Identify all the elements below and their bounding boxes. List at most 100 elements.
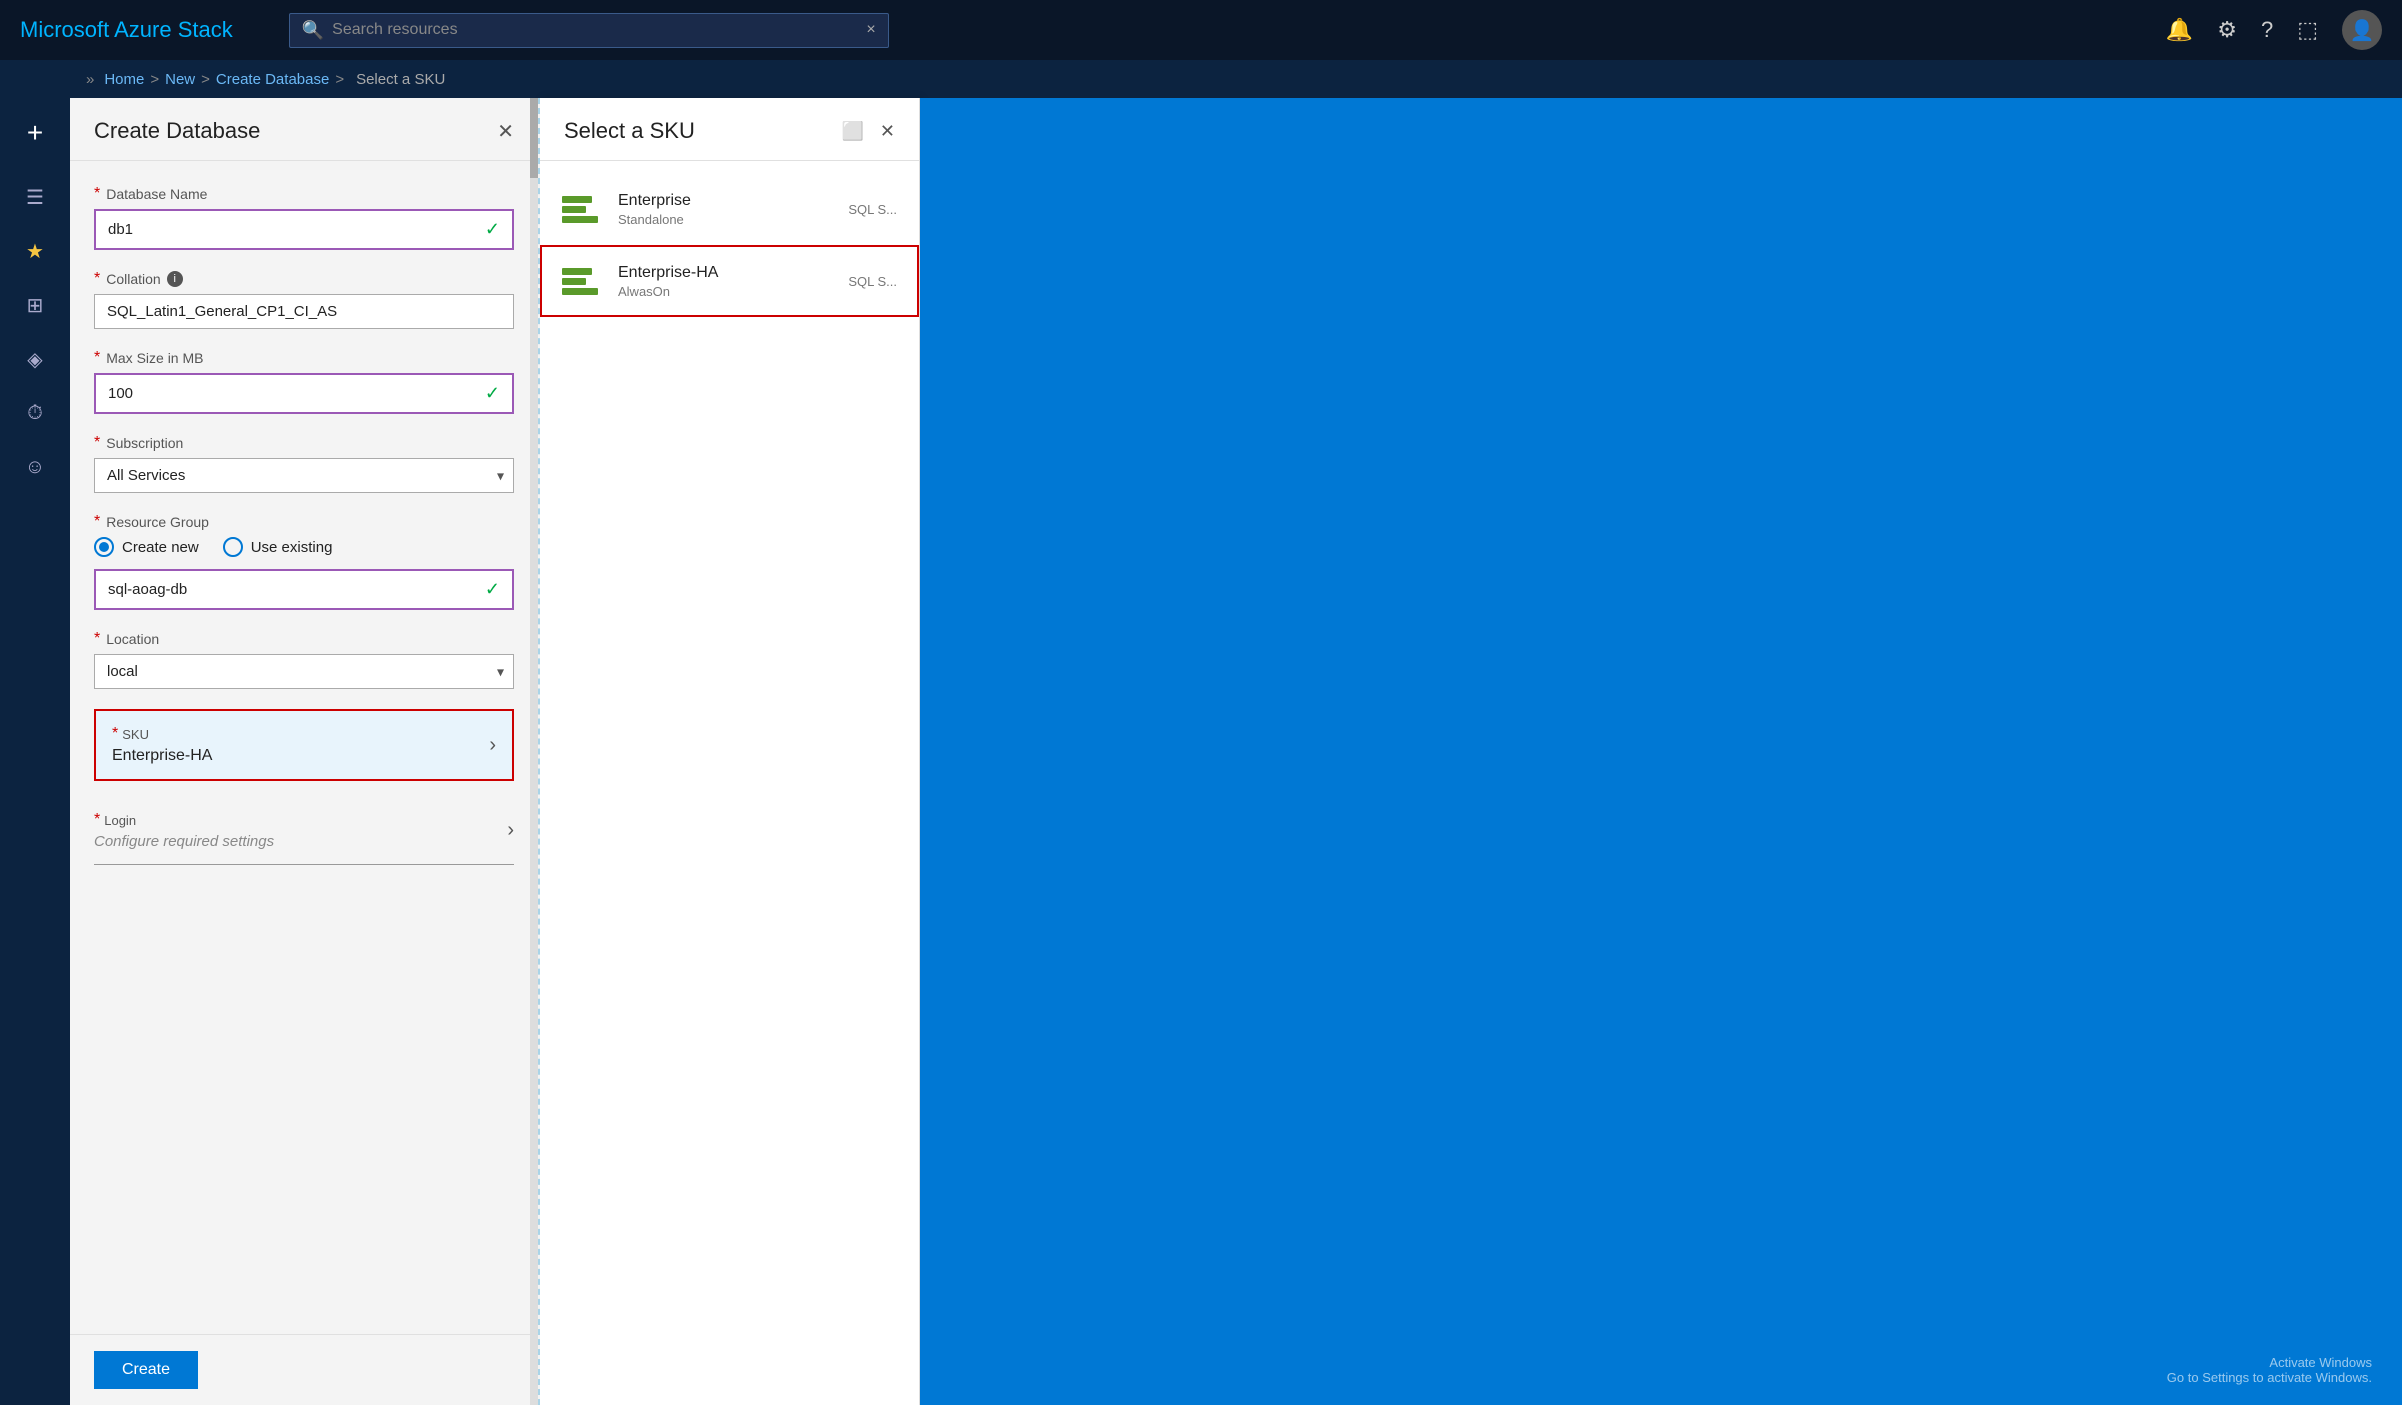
location-select[interactable]: local	[94, 654, 514, 689]
scroll-thumb[interactable]	[530, 98, 538, 178]
smiley-icon: ☺	[25, 456, 45, 479]
max-size-input-wrapper[interactable]: ✓	[94, 373, 514, 414]
sku-minimize-button[interactable]: ⬜	[841, 121, 863, 142]
sidebar-item-resources[interactable]: ◈	[10, 334, 60, 384]
create-panel-title: Create Database	[94, 118, 260, 144]
search-bar[interactable]: 🔍 ×	[289, 13, 889, 48]
select-sku-panel: Select a SKU ⬜ ✕ Enterprise Stan	[540, 98, 920, 1405]
breadcrumb-sep1: >	[150, 71, 159, 88]
radio-use-existing-circle	[223, 537, 243, 557]
plus-icon: +	[27, 117, 43, 149]
menu-icon: ☰	[26, 185, 44, 210]
sku-field[interactable]: * SKU Enterprise-HA ›	[94, 709, 514, 781]
breadcrumb-create-database[interactable]: Create Database	[216, 71, 329, 88]
max-size-field: * Max Size in MB ✓	[94, 349, 514, 414]
sku-item-enterprise-ha[interactable]: Enterprise-HA AlwasOn SQL S...	[540, 245, 919, 317]
required-star-loc: *	[94, 630, 100, 648]
sku-panel-icons: ⬜ ✕	[841, 121, 895, 142]
create-panel-close-button[interactable]: ✕	[497, 119, 514, 144]
sidebar: + ☰ ★ ⊞ ◈ ⏱ ☺	[0, 98, 70, 1405]
sidebar-item-dashboard[interactable]: ⊞	[10, 280, 60, 330]
sidebar-item-menu[interactable]: ☰	[10, 172, 60, 222]
sku-panel-title: Select a SKU	[564, 118, 695, 144]
sku-item-enterprise[interactable]: Enterprise Standalone SQL S...	[540, 173, 919, 245]
collation-label: * Collation i	[94, 270, 514, 288]
login-label: * Login	[94, 811, 507, 829]
sku-bar-ha-3	[562, 288, 598, 295]
sku-panel-body: Enterprise Standalone SQL S... Enterpris…	[540, 161, 919, 1405]
login-field-content: * Login Configure required settings	[94, 811, 507, 850]
search-clear-icon[interactable]: ×	[866, 21, 875, 39]
sku-enterprise-ha-extra: SQL S...	[848, 274, 897, 289]
breadcrumb-sep2: >	[201, 71, 210, 88]
database-name-input[interactable]	[108, 221, 485, 238]
star-icon: ★	[26, 239, 44, 264]
avatar[interactable]: 👤	[2342, 10, 2382, 50]
app-title: Microsoft Azure Stack	[20, 17, 233, 43]
main-layout: + ☰ ★ ⊞ ◈ ⏱ ☺ Create Database ✕	[0, 98, 2402, 1405]
login-placeholder: Configure required settings	[94, 833, 507, 850]
sku-panel-header: Select a SKU ⬜ ✕	[540, 98, 919, 161]
subscription-label: * Subscription	[94, 434, 514, 452]
create-panel-body: * Database Name ✓ * Collation i	[70, 161, 538, 1334]
max-size-input[interactable]	[108, 385, 485, 402]
sku-enterprise-ha-name: Enterprise-HA	[618, 264, 832, 282]
sku-bar-3	[562, 216, 598, 223]
location-label: * Location	[94, 630, 514, 648]
max-size-checkmark: ✓	[485, 383, 500, 404]
database-name-label: * Database Name	[94, 185, 514, 203]
sku-enterprise-icon	[562, 189, 602, 229]
sku-enterprise-extra: SQL S...	[848, 202, 897, 217]
resource-group-input[interactable]	[108, 581, 485, 598]
create-button[interactable]: Create	[94, 1351, 198, 1389]
required-star-sku: *	[112, 725, 118, 743]
settings-icon[interactable]: ⚙	[2217, 17, 2237, 43]
sidebar-item-recent[interactable]: ⏱	[10, 388, 60, 438]
sku-enterprise-sub: Standalone	[618, 212, 832, 227]
sidebar-item-profile[interactable]: ☺	[10, 442, 60, 492]
radio-create-new-circle	[94, 537, 114, 557]
expand-icon[interactable]: »	[86, 71, 94, 88]
radio-create-new[interactable]: Create new	[94, 537, 199, 557]
login-chevron-right-icon: ›	[507, 819, 514, 842]
notifications-icon[interactable]: 🔔	[2166, 17, 2193, 43]
search-icon: 🔍	[302, 20, 324, 41]
breadcrumb-sep3: >	[335, 71, 344, 88]
required-star-collation: *	[94, 270, 100, 288]
sku-bar-2	[562, 206, 586, 213]
database-name-checkmark: ✓	[485, 219, 500, 240]
search-input[interactable]	[332, 21, 858, 39]
max-size-label: * Max Size in MB	[94, 349, 514, 367]
sku-bar-ha-1	[562, 268, 592, 275]
azure-background	[920, 98, 2402, 1405]
sku-close-button[interactable]: ✕	[880, 121, 895, 142]
sidebar-item-favorites[interactable]: ★	[10, 226, 60, 276]
breadcrumb-new[interactable]: New	[165, 71, 195, 88]
create-database-panel: Create Database ✕ * Database Name ✓	[70, 98, 540, 1405]
database-name-input-wrapper[interactable]: ✓	[94, 209, 514, 250]
subscription-field: * Subscription All Services ▾	[94, 434, 514, 493]
topbar-icons: 🔔 ⚙ ? ⬚ 👤	[2166, 10, 2382, 50]
resource-group-field: * Resource Group Create new Use existing	[94, 513, 514, 610]
breadcrumb-home[interactable]: Home	[104, 71, 144, 88]
avatar-icon: 👤	[2350, 18, 2375, 43]
collation-info-icon[interactable]: i	[167, 271, 183, 287]
sku-field-content: * SKU Enterprise-HA	[112, 725, 489, 765]
help-icon[interactable]: ?	[2261, 17, 2273, 43]
resource-group-input-wrapper[interactable]: ✓	[94, 569, 514, 610]
scroll-track[interactable]	[530, 98, 538, 1405]
collation-input[interactable]	[94, 294, 514, 329]
subscription-select[interactable]: All Services	[94, 458, 514, 493]
login-field[interactable]: * Login Configure required settings ›	[94, 801, 514, 865]
feedback-icon[interactable]: ⬚	[2297, 17, 2318, 43]
required-star-sub: *	[94, 434, 100, 452]
sku-enterprise-ha-info: Enterprise-HA AlwasOn	[618, 264, 832, 299]
location-select-wrapper: local ▾	[94, 654, 514, 689]
sidebar-add-button[interactable]: +	[10, 108, 60, 158]
activate-windows-notice: Activate Windows Go to Settings to activ…	[2167, 1355, 2372, 1385]
sku-enterprise-ha-icon	[562, 261, 602, 301]
radio-use-existing[interactable]: Use existing	[223, 537, 333, 557]
required-star: *	[94, 185, 100, 203]
sku-enterprise-ha-sub: AlwasOn	[618, 284, 832, 299]
sku-field-label: * SKU	[112, 725, 489, 743]
